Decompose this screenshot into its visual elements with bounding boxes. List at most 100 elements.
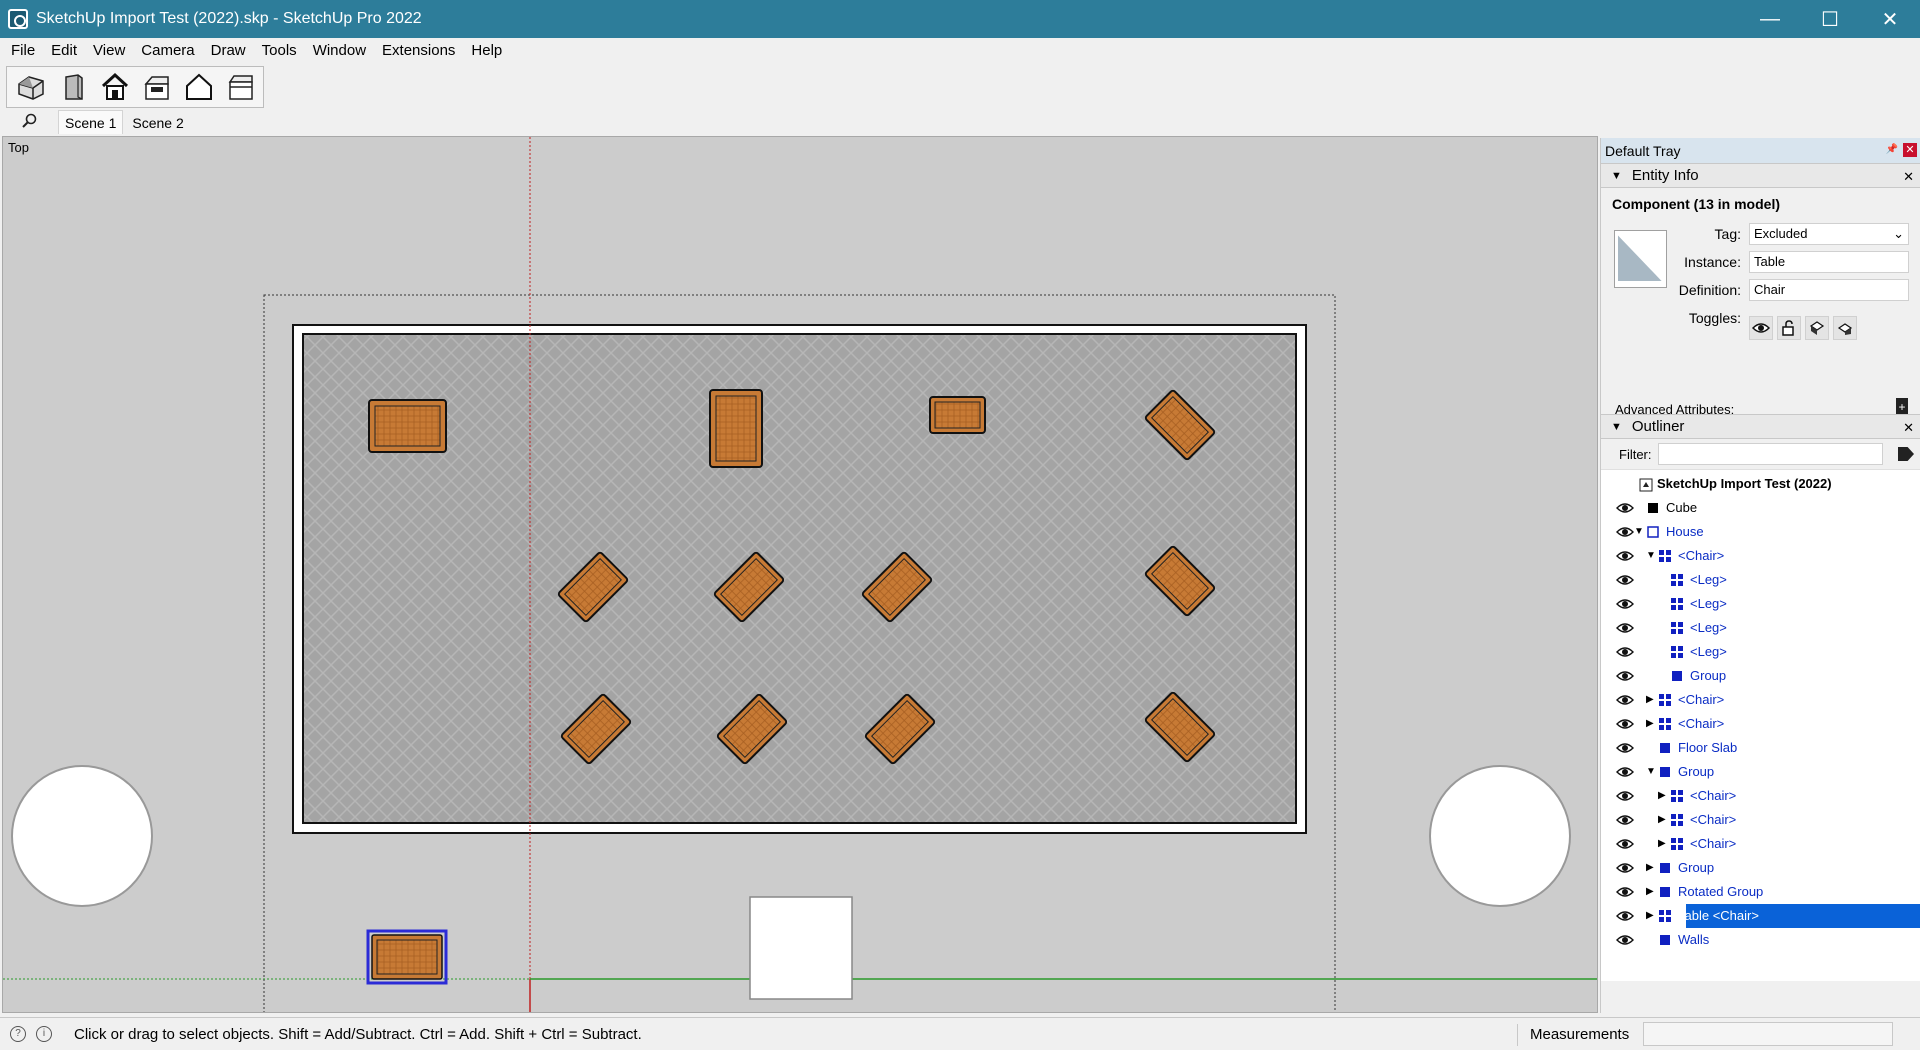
cast-shadows-icon[interactable]	[1833, 316, 1857, 340]
measurements-input[interactable]	[1643, 1022, 1893, 1046]
front-view-icon[interactable]	[57, 71, 89, 103]
panel-close-icon[interactable]: ✕	[1903, 420, 1914, 436]
chair-2	[709, 389, 763, 468]
expand-arrow-icon[interactable]: ▶	[1646, 910, 1656, 921]
geo-location-icon[interactable]: ?	[10, 1026, 26, 1042]
visibility-eye-icon[interactable]	[1616, 573, 1634, 587]
outliner-item[interactable]: <Leg>	[1601, 640, 1920, 664]
menu-view[interactable]: View	[85, 38, 133, 64]
outliner-item[interactable]: ▼ House	[1601, 520, 1920, 544]
visibility-eye-icon[interactable]	[1616, 861, 1634, 875]
visibility-eye-icon[interactable]	[1749, 316, 1773, 340]
outliner-root[interactable]: SketchUp Import Test (2022)	[1601, 472, 1920, 496]
outliner-item[interactable]: ▶ Table <Chair>	[1601, 904, 1920, 928]
menu-file[interactable]: File	[3, 38, 43, 64]
top-view-icon[interactable]	[99, 71, 131, 103]
visibility-eye-icon[interactable]	[1616, 645, 1634, 659]
expand-arrow-icon[interactable]: ▶	[1646, 886, 1656, 897]
collapse-arrow-icon[interactable]: ▼	[1634, 526, 1644, 537]
panel-close-icon[interactable]: ✕	[1903, 169, 1914, 185]
visibility-eye-icon[interactable]	[1616, 693, 1634, 707]
menu-camera[interactable]: Camera	[133, 38, 202, 64]
receive-shadows-icon[interactable]	[1805, 316, 1829, 340]
close-button[interactable]: ✕	[1860, 0, 1920, 38]
outliner-item[interactable]: ▶ <Chair>	[1601, 688, 1920, 712]
minimize-button[interactable]: —	[1740, 0, 1800, 38]
tab-scene-1[interactable]: Scene 1	[58, 110, 124, 134]
expand-arrow-icon[interactable]: ▶	[1658, 814, 1668, 825]
outliner-item[interactable]: Floor Slab	[1601, 736, 1920, 760]
model-viewport[interactable]: Top	[2, 136, 1598, 1013]
visibility-eye-icon[interactable]	[1616, 885, 1634, 899]
outliner-options-icon[interactable]	[1898, 447, 1914, 461]
outliner-item[interactable]: ▶ <Chair>	[1601, 712, 1920, 736]
tab-scene-2[interactable]: Scene 2	[125, 110, 191, 134]
collapse-arrow-icon[interactable]: ▼	[1646, 766, 1656, 777]
scene-search-icon[interactable]	[0, 108, 58, 134]
expand-arrow-icon[interactable]: ▶	[1646, 718, 1656, 729]
expand-arrow-icon[interactable]: ▶	[1658, 790, 1668, 801]
back-view-icon[interactable]	[141, 71, 173, 103]
component-icon	[1671, 790, 1683, 802]
outliner-item[interactable]: <Leg>	[1601, 592, 1920, 616]
lock-icon[interactable]	[1777, 316, 1801, 340]
outliner-item[interactable]: ▼ <Chair>	[1601, 544, 1920, 568]
visibility-eye-icon[interactable]	[1616, 717, 1634, 731]
outliner-item[interactable]: ▶ <Chair>	[1601, 784, 1920, 808]
outliner-item[interactable]: Walls	[1601, 928, 1920, 952]
outliner-item[interactable]: Group	[1601, 664, 1920, 688]
entity-info-header[interactable]: ▼ Entity Info ✕	[1601, 163, 1920, 188]
visibility-eye-icon[interactable]	[1616, 789, 1634, 803]
menu-help[interactable]: Help	[463, 38, 510, 64]
visibility-eye-icon[interactable]	[1616, 765, 1634, 779]
instance-field[interactable]: Table	[1749, 251, 1909, 273]
outliner-item[interactable]: ▶ <Chair>	[1601, 832, 1920, 856]
menu-edit[interactable]: Edit	[43, 38, 85, 64]
outliner-item[interactable]: ▶ <Chair>	[1601, 808, 1920, 832]
expand-arrow-icon[interactable]: ▶	[1646, 694, 1656, 705]
tray-close-icon[interactable]: ✕	[1903, 143, 1917, 157]
component-icon	[1671, 814, 1683, 826]
expand-arrow-icon[interactable]: ▶	[1658, 838, 1668, 849]
collapse-triangle-icon[interactable]: ▼	[1611, 170, 1622, 182]
visibility-eye-icon[interactable]	[1616, 525, 1634, 539]
info-icon[interactable]: i	[36, 1026, 52, 1042]
visibility-eye-icon[interactable]	[1616, 813, 1634, 827]
visibility-eye-icon[interactable]	[1616, 933, 1634, 947]
chair-3	[929, 396, 986, 434]
menu-extensions[interactable]: Extensions	[374, 38, 463, 64]
outliner-item[interactable]: <Leg>	[1601, 616, 1920, 640]
menu-tools[interactable]: Tools	[254, 38, 305, 64]
visibility-eye-icon[interactable]	[1616, 909, 1634, 923]
entity-type-title: Component (13 in model)	[1612, 196, 1780, 212]
outliner-header[interactable]: ▼ Outliner ✕	[1601, 414, 1920, 439]
menu-window[interactable]: Window	[305, 38, 374, 64]
pin-icon[interactable]: 📌	[1886, 144, 1898, 155]
collapse-arrow-icon[interactable]: ▼	[1646, 550, 1656, 561]
expand-arrow-icon[interactable]: ▶	[1646, 862, 1656, 873]
outliner-tree[interactable]: SketchUp Import Test (2022) Cube ▼ House ▼ <…	[1601, 469, 1920, 981]
right-view-icon[interactable]	[225, 71, 257, 103]
collapse-triangle-icon[interactable]: ▼	[1611, 421, 1622, 433]
outliner-item[interactable]: ▶ Group	[1601, 856, 1920, 880]
visibility-eye-icon[interactable]	[1616, 621, 1634, 635]
visibility-eye-icon[interactable]	[1616, 669, 1634, 683]
outliner-item[interactable]: Cube	[1601, 496, 1920, 520]
outliner-item[interactable]: ▼ Group	[1601, 760, 1920, 784]
visibility-eye-icon[interactable]	[1616, 549, 1634, 563]
maximize-button[interactable]: ☐	[1800, 0, 1860, 38]
iso-view-icon[interactable]	[15, 71, 47, 103]
visibility-eye-icon[interactable]	[1616, 501, 1634, 515]
visibility-eye-icon[interactable]	[1616, 741, 1634, 755]
filter-input[interactable]	[1657, 443, 1883, 465]
group-icon	[1660, 887, 1670, 897]
visibility-eye-icon[interactable]	[1616, 597, 1634, 611]
definition-field[interactable]: Chair	[1749, 279, 1909, 301]
outliner-item[interactable]: <Leg>	[1601, 568, 1920, 592]
left-view-icon[interactable]	[183, 71, 215, 103]
menu-draw[interactable]: Draw	[203, 38, 254, 64]
visibility-eye-icon[interactable]	[1616, 837, 1634, 851]
outliner-item[interactable]: ▶ Rotated Group	[1601, 880, 1920, 904]
component-icon	[1671, 646, 1683, 658]
tag-dropdown[interactable]: Excluded ⌄	[1749, 223, 1909, 245]
